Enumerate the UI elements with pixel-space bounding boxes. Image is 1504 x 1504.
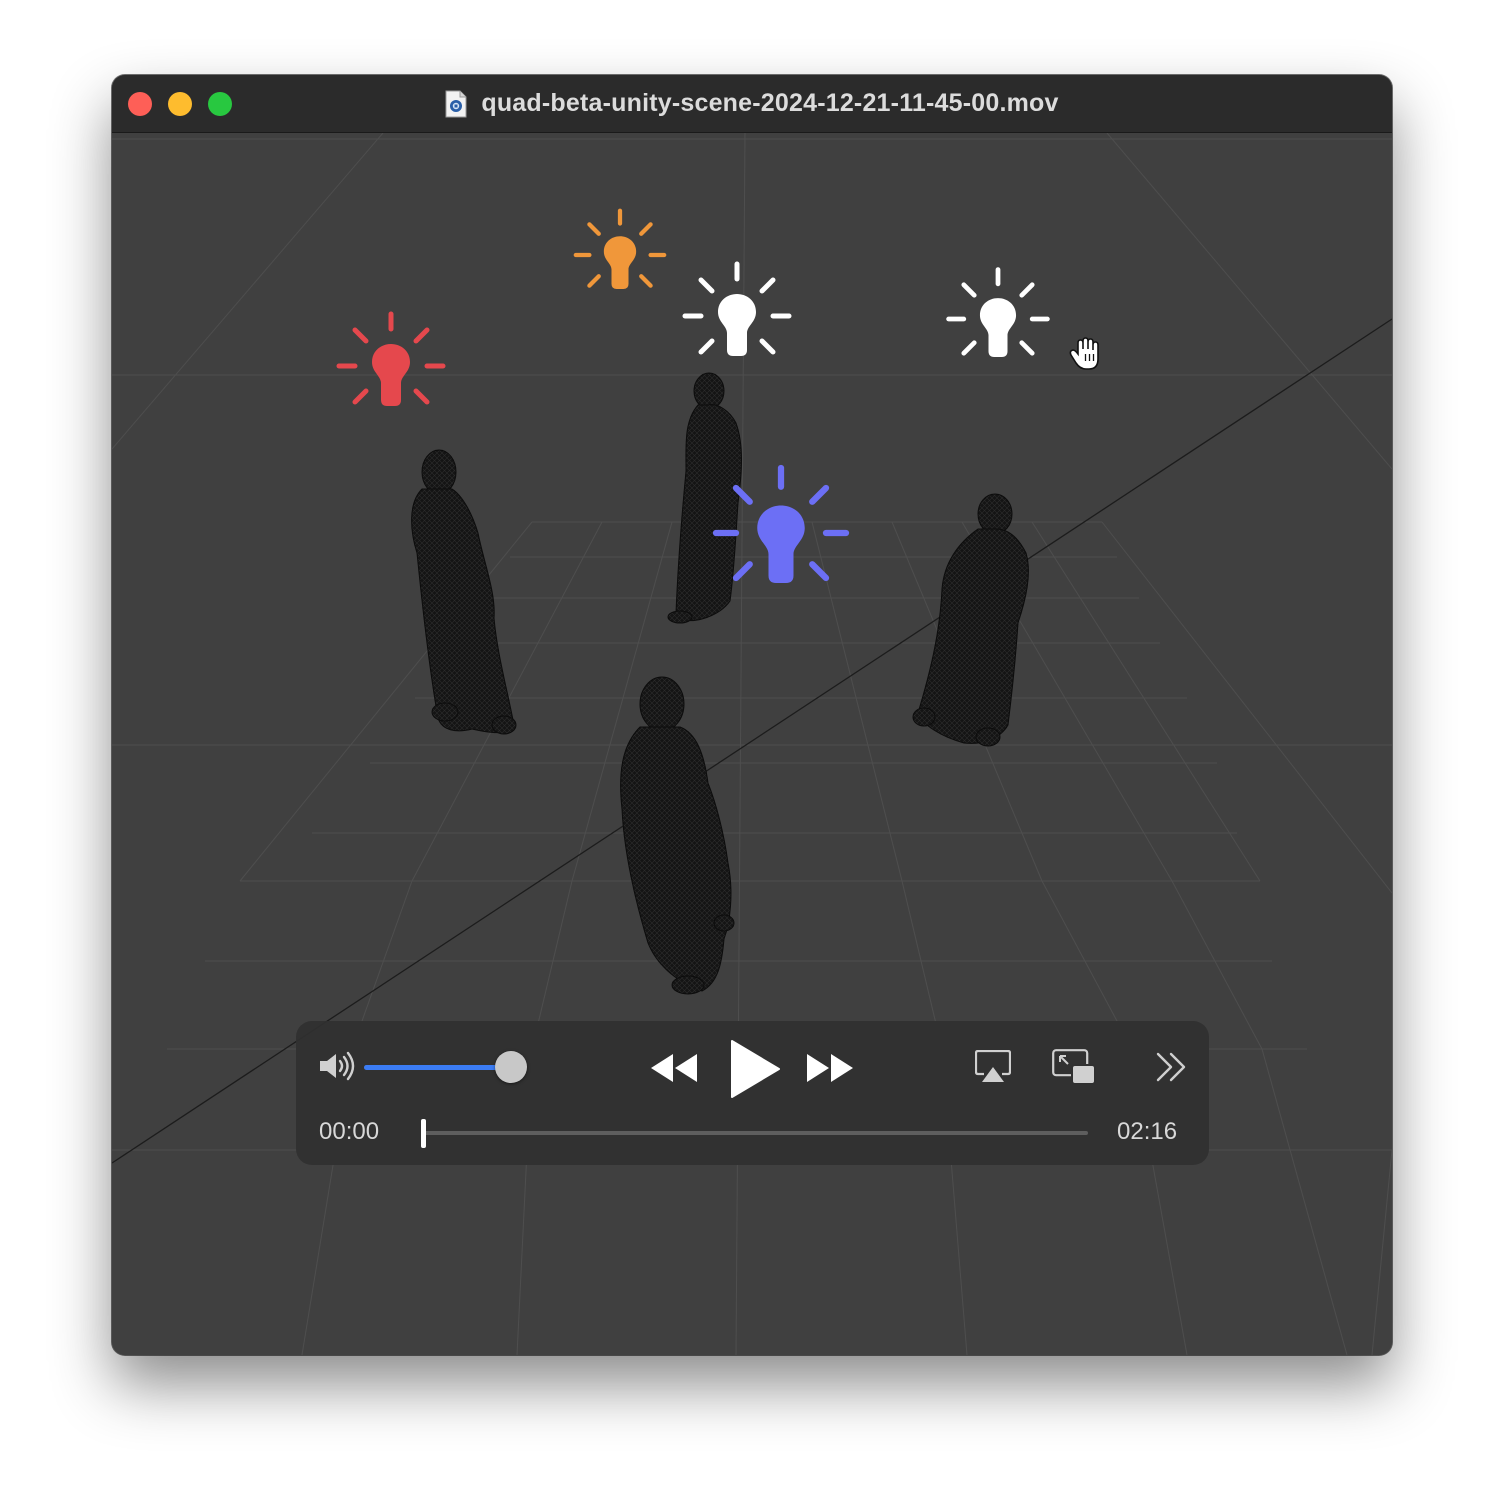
title-bar[interactable]: quad-beta-unity-scene-2024-12-21-11-45-0…	[112, 75, 1392, 133]
picture-in-picture-icon[interactable]	[1052, 1049, 1096, 1085]
chevron-double-right-icon[interactable]	[1156, 1052, 1188, 1082]
airplay-icon[interactable]	[975, 1050, 1011, 1084]
player-window: quad-beta-unity-scene-2024-12-21-11-45-0…	[112, 75, 1392, 1355]
fast-forward-icon[interactable]	[807, 1054, 853, 1082]
duration: 02:16	[1117, 1118, 1178, 1145]
volume-fill	[364, 1065, 512, 1070]
volume-knob[interactable]	[495, 1051, 528, 1083]
play-icon[interactable]	[729, 1040, 781, 1098]
quicktime-document-icon	[445, 90, 467, 117]
video-viewport[interactable]	[112, 133, 1392, 1355]
playback-controls: 00:00 02:16	[296, 1021, 1209, 1165]
rewind-icon[interactable]	[651, 1054, 697, 1082]
window-title: quad-beta-unity-scene-2024-12-21-11-45-0…	[481, 89, 1059, 117]
playhead[interactable]	[421, 1119, 426, 1148]
current-time: 00:00	[319, 1118, 380, 1145]
scrubber[interactable]	[421, 1131, 1088, 1135]
speaker-icon[interactable]	[318, 1051, 358, 1081]
